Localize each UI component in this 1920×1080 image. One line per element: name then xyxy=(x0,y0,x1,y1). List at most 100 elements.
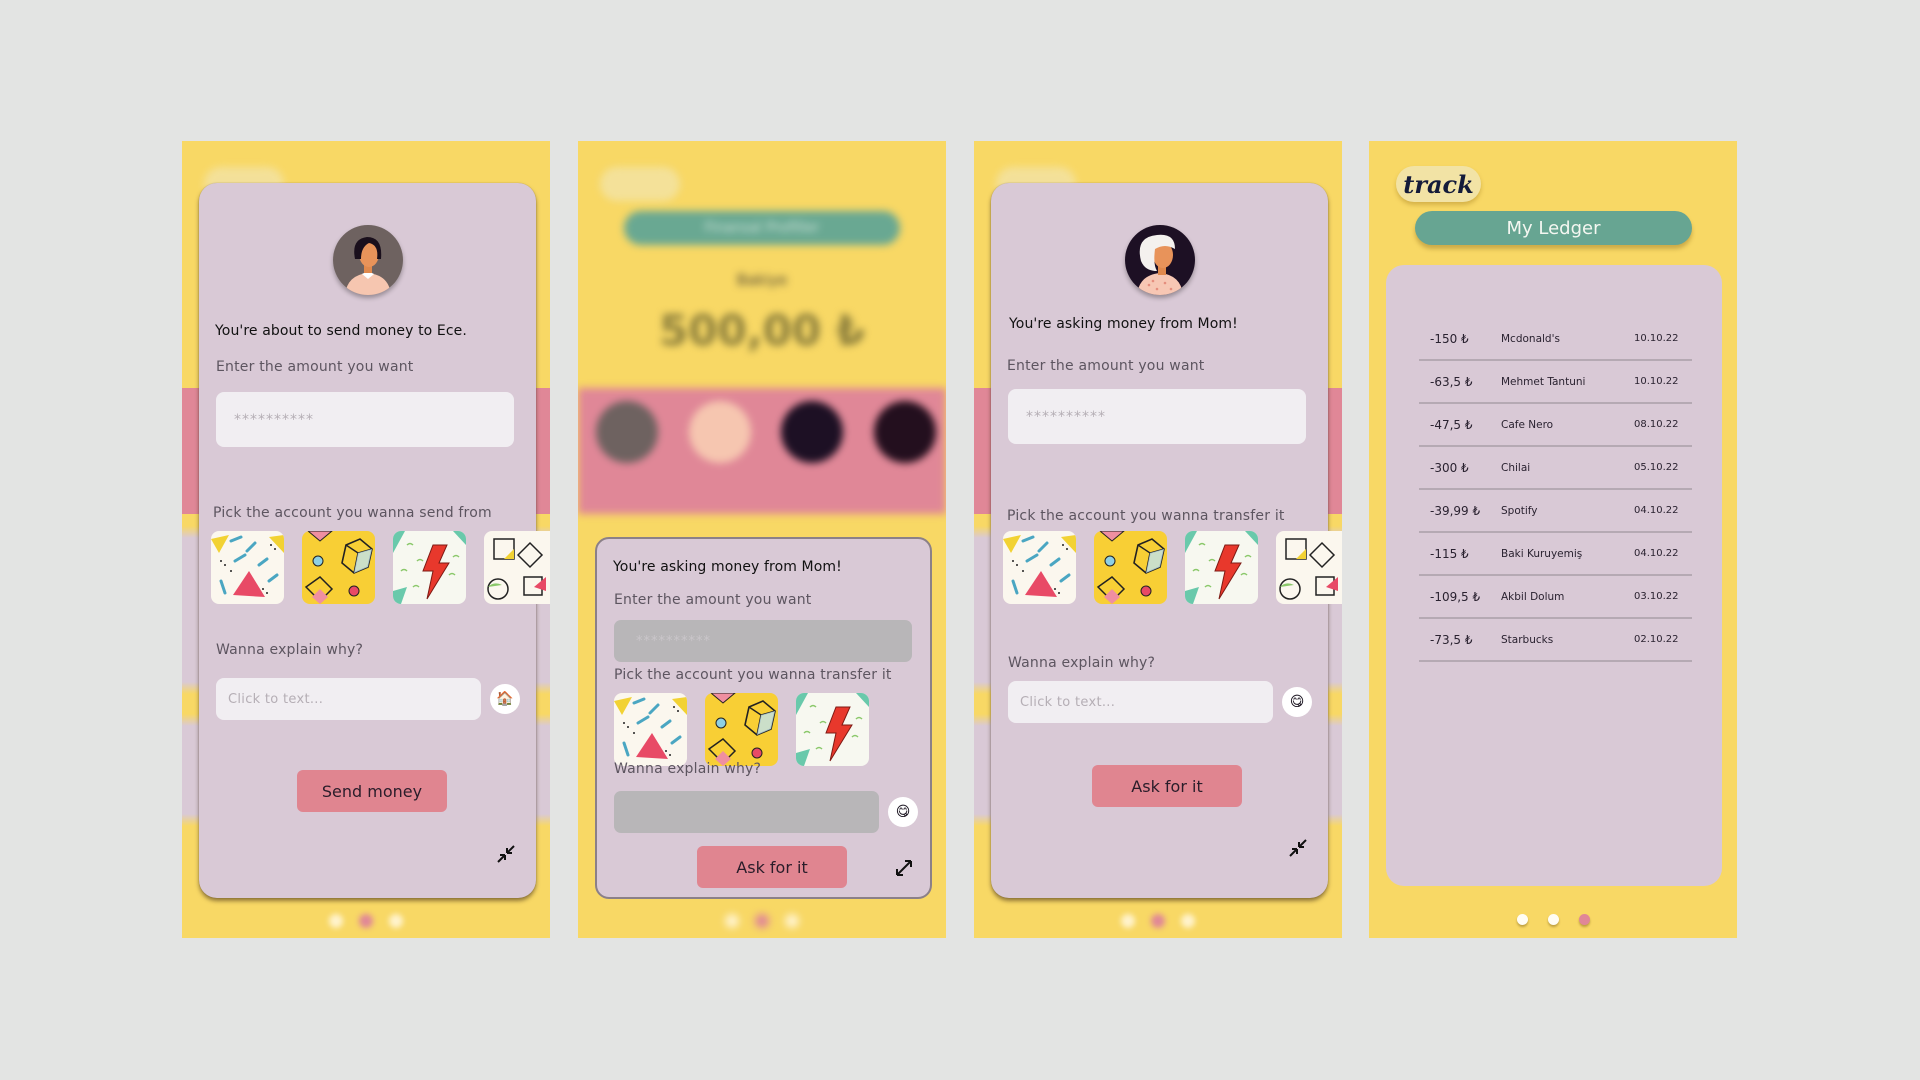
page-indicator xyxy=(182,914,550,928)
ledger-merchant: Spotify xyxy=(1501,504,1538,517)
collapse-icon[interactable] xyxy=(1287,837,1309,859)
ledger-date: 03.10.22 xyxy=(1634,591,1679,602)
friend-avatar[interactable] xyxy=(781,401,844,463)
account-card-cube[interactable] xyxy=(705,693,778,766)
page-dot[interactable] xyxy=(1516,914,1528,925)
ledger-amount: -39,99 ₺ xyxy=(1430,503,1481,518)
ledger-row[interactable]: -63,5 ₺ Mehmet Tantuni 10.10.22 xyxy=(1419,361,1692,404)
ledger-row[interactable]: -109,5 ₺ Akbil Dolum 03.10.22 xyxy=(1419,576,1692,619)
house-emoji-icon: 🏠 xyxy=(496,691,514,707)
ledger-amount: -63,5 ₺ xyxy=(1430,374,1473,389)
friend-avatar[interactable] xyxy=(596,401,658,463)
send-title: You're about to send money to Ece. xyxy=(215,323,467,339)
request-money-screen: You're asking money from Mom! Enter the … xyxy=(974,141,1342,938)
account-card-lightning[interactable] xyxy=(393,531,466,604)
explain-label: Wanna explain why? xyxy=(216,642,364,658)
explain-input[interactable] xyxy=(614,791,879,833)
friends-list xyxy=(596,401,936,463)
page-dot[interactable] xyxy=(1181,914,1195,928)
yum-emoji-icon: 😋 xyxy=(895,804,911,820)
page-indicator xyxy=(1369,914,1737,925)
ledger-list: -150 ₺ Mcdonald's 10.10.22 -63,5 ₺ Mehmet Ta… xyxy=(1419,318,1692,662)
ledger-merchant: Cafe Nero xyxy=(1501,418,1554,431)
account-card-memphis[interactable] xyxy=(1003,531,1076,604)
account-card-memphis[interactable] xyxy=(211,531,284,604)
ledger-date: 04.10.22 xyxy=(1634,548,1679,559)
account-card-lightning[interactable] xyxy=(796,693,869,766)
send-money-card: You're about to send money to Ece. Enter… xyxy=(199,183,536,898)
page-dot-active[interactable] xyxy=(1578,914,1590,925)
ledger-amount: -73,5 ₺ xyxy=(1430,632,1473,647)
amount-label: Enter the amount you want xyxy=(614,592,812,608)
explain-input[interactable]: Click to text... xyxy=(216,678,481,720)
page-dot[interactable] xyxy=(1121,914,1135,928)
ledger-merchant: Mehmet Tantuni xyxy=(1501,375,1586,388)
friend-avatar[interactable] xyxy=(688,401,751,463)
ledger-date: 05.10.22 xyxy=(1634,462,1679,473)
yum-emoji-icon: 😋 xyxy=(1289,694,1305,710)
ledger-merchant: Starbucks xyxy=(1501,633,1554,646)
account-card-lightning[interactable] xyxy=(1185,531,1258,604)
amount-input[interactable]: ********** xyxy=(216,392,514,447)
page-dot[interactable] xyxy=(389,914,403,928)
ledger-merchant: Akbil Dolum xyxy=(1501,590,1565,603)
ledger-row[interactable]: -150 ₺ Mcdonald's 10.10.22 xyxy=(1419,318,1692,361)
page-dot[interactable] xyxy=(1547,914,1559,925)
ledger-date: 02.10.22 xyxy=(1634,634,1679,645)
emoji-picker-button[interactable]: 🏠 xyxy=(490,684,520,714)
account-picker xyxy=(211,531,550,604)
emoji-picker-button[interactable]: 😋 xyxy=(888,797,918,827)
friend-avatar[interactable] xyxy=(873,401,936,463)
app-logo xyxy=(600,167,680,201)
page-indicator xyxy=(578,914,946,928)
balance-value: 500,00 ₺ xyxy=(659,306,865,355)
ledger-row[interactable]: -115 ₺ Baki Kuruyemiş 04.10.22 xyxy=(1419,533,1692,576)
ledger-date: 10.10.22 xyxy=(1634,333,1679,344)
amount-input[interactable]: ********** xyxy=(614,620,912,662)
request-popup-screen: Finansal Profiller Bakiye 500,00 ₺ You'r… xyxy=(578,141,946,938)
page-indicator xyxy=(974,914,1342,928)
request-money-popup: You're asking money from Mom! Enter the … xyxy=(595,537,932,899)
account-picker xyxy=(1003,531,1342,604)
page-dot-active[interactable] xyxy=(1151,914,1165,928)
ledger-amount: -47,5 ₺ xyxy=(1430,417,1473,432)
recipient-avatar xyxy=(1125,225,1195,295)
account-card-geometric[interactable] xyxy=(484,531,550,604)
expand-icon[interactable] xyxy=(893,857,915,879)
account-card-memphis[interactable] xyxy=(614,693,687,766)
amount-label: Enter the amount you want xyxy=(1007,358,1205,374)
ledger-date: 08.10.22 xyxy=(1634,419,1679,430)
ledger-row[interactable]: -47,5 ₺ Cafe Nero 08.10.22 xyxy=(1419,404,1692,447)
ask-for-it-button[interactable]: Ask for it xyxy=(1092,765,1242,807)
profiles-header: Finansal Profiller xyxy=(624,211,900,245)
ledger-title: My Ledger xyxy=(1415,211,1692,245)
ledger-merchant: Baki Kuruyemiş xyxy=(1501,547,1583,560)
amount-label: Enter the amount you want xyxy=(216,359,414,375)
page-dot[interactable] xyxy=(329,914,343,928)
emoji-picker-button[interactable]: 😋 xyxy=(1282,687,1312,717)
account-picker xyxy=(614,693,869,766)
ledger-merchant: Chilai xyxy=(1501,461,1531,474)
ledger-amount: -109,5 ₺ xyxy=(1430,589,1481,604)
ledger-amount: -150 ₺ xyxy=(1430,331,1469,346)
ledger-screen: track My Ledger -150 ₺ Mcdonald's 10.10.22… xyxy=(1369,141,1737,938)
send-money-screen: You're about to send money to Ece. Enter… xyxy=(182,141,550,938)
page-dot-active[interactable] xyxy=(359,914,373,928)
ledger-row[interactable]: -300 ₺ Chilai 05.10.22 xyxy=(1419,447,1692,490)
collapse-icon[interactable] xyxy=(495,843,517,865)
send-money-button[interactable]: Send money xyxy=(297,770,447,812)
ledger-row[interactable]: -39,99 ₺ Spotify 04.10.22 xyxy=(1419,490,1692,533)
ledger-amount: -300 ₺ xyxy=(1430,460,1469,475)
account-card-cube[interactable] xyxy=(302,531,375,604)
ledger-date: 10.10.22 xyxy=(1634,376,1679,387)
explain-input[interactable]: Click to text... xyxy=(1008,681,1273,723)
account-label: Pick the account you wanna send from xyxy=(213,505,492,521)
ask-for-it-button[interactable]: Ask for it xyxy=(697,846,847,888)
ledger-row[interactable]: -73,5 ₺ Starbucks 02.10.22 xyxy=(1419,619,1692,662)
explain-label: Wanna explain why? xyxy=(614,761,762,777)
ledger-card: -150 ₺ Mcdonald's 10.10.22 -63,5 ₺ Mehmet Ta… xyxy=(1386,265,1722,886)
account-card-cube[interactable] xyxy=(1094,531,1167,604)
account-card-geometric[interactable] xyxy=(1276,531,1342,604)
ledger-merchant: Mcdonald's xyxy=(1501,332,1560,345)
amount-input[interactable]: ********** xyxy=(1008,389,1306,444)
